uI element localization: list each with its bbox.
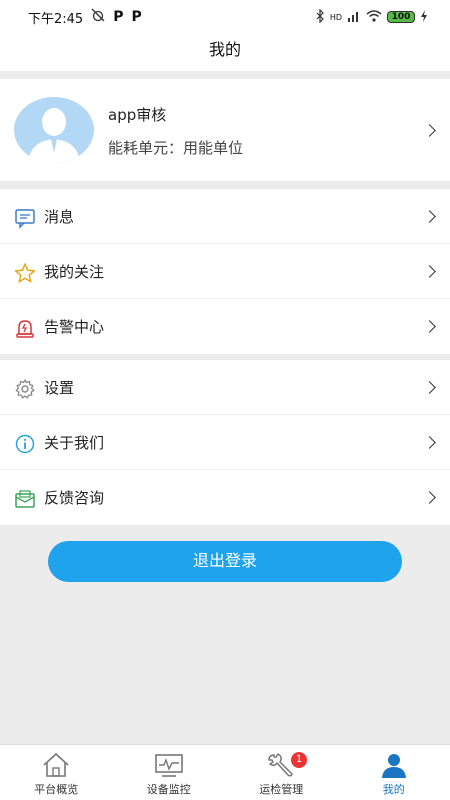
tab-label: 平台概览 [34, 783, 79, 796]
menu-item-label: 告警中心 [44, 318, 105, 336]
menu-item-label: 设置 [44, 378, 75, 397]
chevron-right-icon [423, 265, 436, 278]
wifi-icon [366, 9, 382, 25]
bottom-tab-bar: 平台概览 设备监控 1 运检管理 我的 [0, 744, 450, 800]
logout-button[interactable]: 退出登录 [48, 541, 402, 582]
info-icon [14, 433, 36, 455]
tab-label: 我的 [382, 783, 405, 796]
profile-name: app审核 [108, 106, 167, 124]
menu-item-label: 关于我们 [44, 433, 105, 452]
gear-icon [14, 378, 36, 400]
tab-label: 运检管理 [259, 783, 304, 796]
status-bar: 下午2:45 P P HD 100 [0, 0, 450, 34]
menu-item-settings[interactable]: 设置 [0, 360, 450, 415]
tab-mine[interactable]: 我的 [338, 745, 450, 800]
notification-p-icon: P [113, 9, 124, 25]
mail-icon [14, 488, 36, 510]
menu-item-label: 我的关注 [44, 262, 105, 281]
chevron-right-icon [423, 210, 436, 223]
chevron-right-icon [423, 320, 436, 333]
chevron-right-icon [423, 436, 436, 449]
alarm-off-icon [91, 8, 105, 26]
menu-item-label: 反馈咨询 [44, 489, 105, 507]
menu-item-favorites[interactable]: 我的关注 [0, 244, 450, 299]
avatar[interactable] [14, 97, 94, 163]
charging-icon [420, 9, 428, 25]
tab-device-monitoring[interactable]: 设备监控 [113, 745, 226, 800]
chevron-right-icon [423, 491, 436, 504]
menu-group-settings: 设置 关于我们 反馈咨询 [0, 360, 450, 525]
signal-icon [347, 10, 361, 25]
page-title: 我的 [0, 34, 450, 71]
battery-icon: 100 [387, 11, 415, 23]
profile-unit: 能耗单元：用能单位 [108, 139, 244, 157]
tab-label: 设备监控 [146, 783, 191, 796]
notification-p-icon: P [131, 9, 142, 25]
network-label: HD [329, 12, 342, 22]
message-icon [14, 207, 36, 229]
star-icon [14, 262, 36, 284]
menu-item-messages[interactable]: 消息 [0, 189, 450, 244]
tab-platform-overview[interactable]: 平台概览 [0, 745, 113, 800]
alarm-icon [14, 317, 36, 339]
notification-badge: 1 [291, 752, 307, 768]
home-icon [43, 752, 69, 777]
profile-card[interactable]: app审核 能耗单元：用能单位 [0, 79, 450, 181]
menu-item-alarm-center[interactable]: 告警中心 [0, 299, 450, 354]
menu-group-notifications: 消息 我的关注 告警中心 [0, 189, 450, 354]
menu-item-label: 消息 [44, 207, 75, 226]
menu-item-feedback[interactable]: 反馈咨询 [0, 470, 450, 525]
status-time: 下午2:45 [28, 11, 84, 27]
chevron-right-icon [423, 124, 436, 137]
monitor-icon [154, 754, 183, 777]
bluetooth-icon [315, 8, 325, 26]
tab-inspection-management[interactable]: 1 运检管理 [225, 745, 338, 800]
user-icon [381, 754, 406, 778]
menu-item-about[interactable]: 关于我们 [0, 415, 450, 470]
chevron-right-icon [423, 381, 436, 394]
